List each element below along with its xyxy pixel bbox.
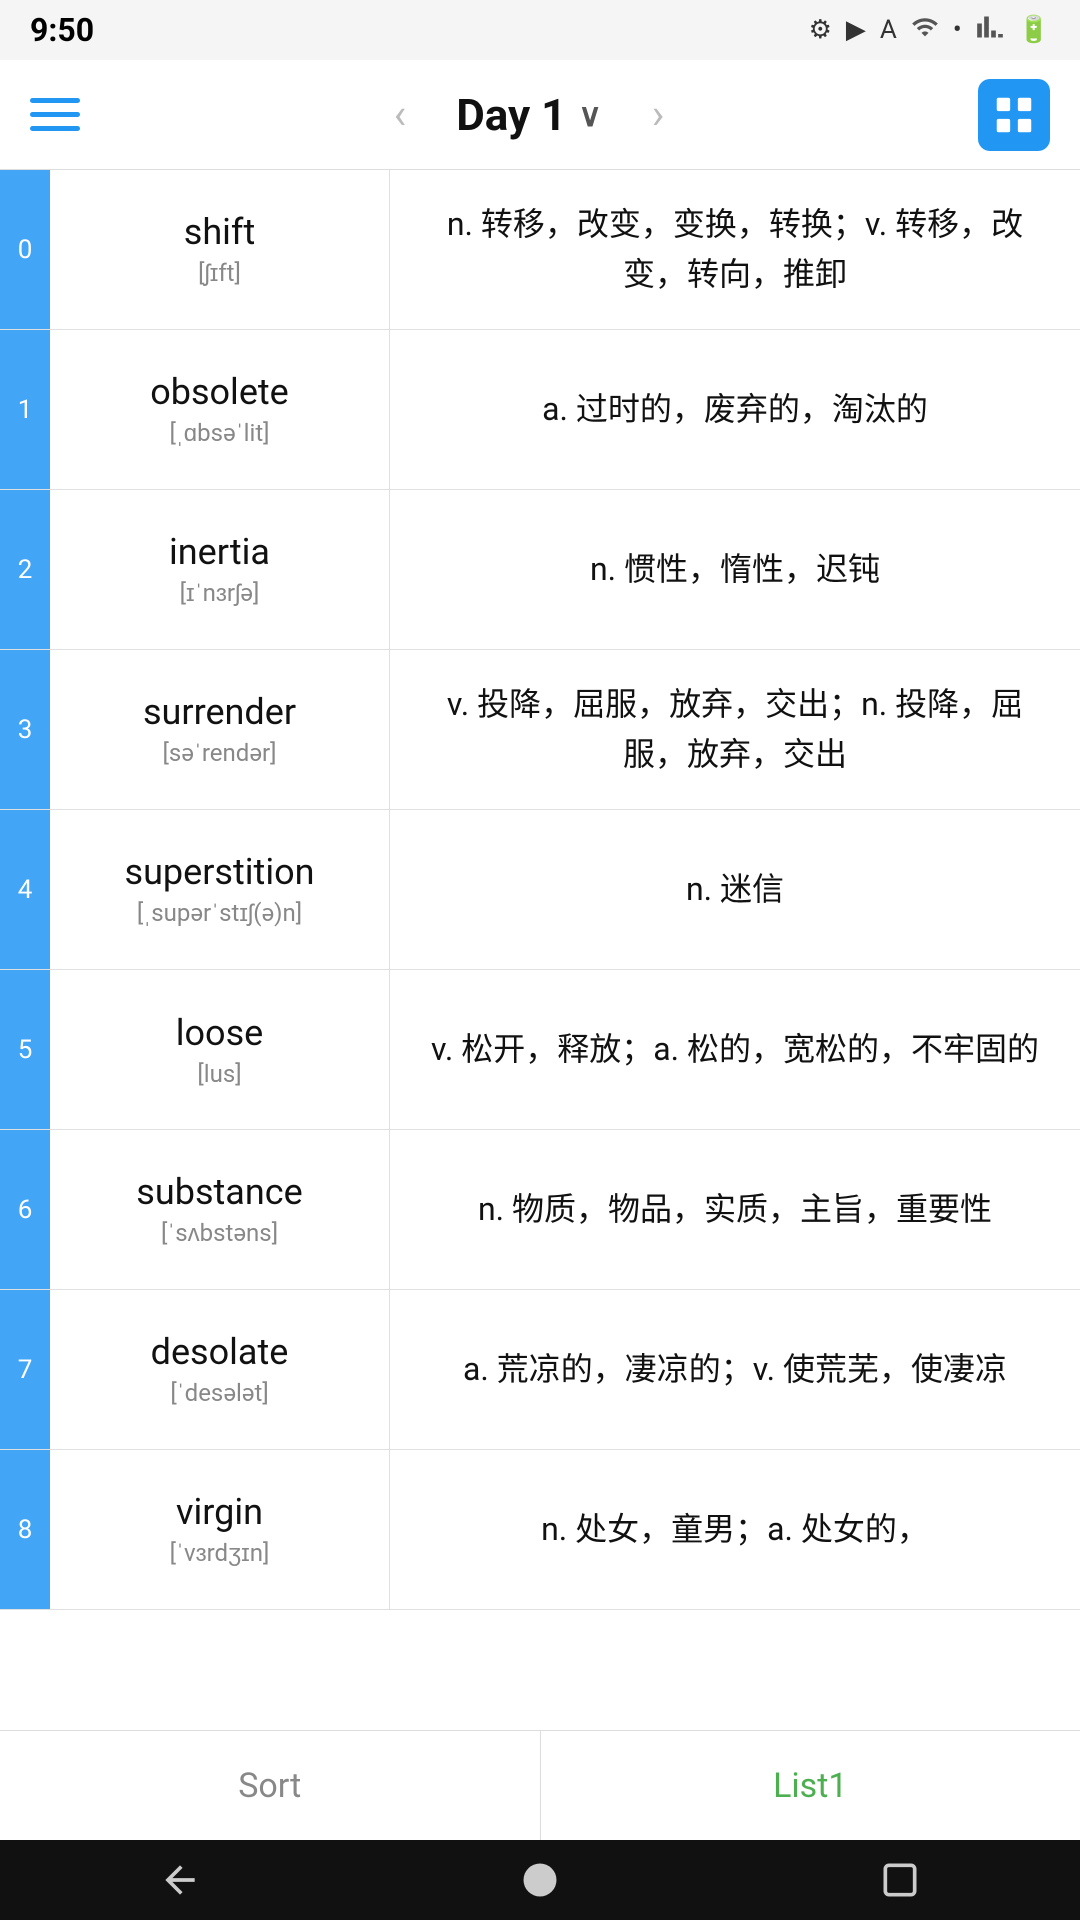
word-phonetic: [ˈsʌbstəns] [161,1219,278,1248]
bottom-tabs: Sort List1 [0,1730,1080,1840]
menu-button[interactable] [30,98,80,131]
table-row[interactable]: 2 inertia [ɪˈnɜrʃə] n. 惯性，惰性，迟钝 [0,490,1080,650]
word-english: desolate [151,1331,289,1373]
row-index: 5 [0,970,50,1129]
word-column: surrender [səˈrendər] [50,650,390,809]
row-index: 7 [0,1290,50,1449]
row-index: 2 [0,490,50,649]
home-button[interactable] [518,1858,562,1902]
grid-view-button[interactable] [978,79,1050,151]
status-time: 9:50 [30,11,94,49]
row-index: 4 [0,810,50,969]
word-english: shift [184,211,255,253]
day-title[interactable]: Day 1 ∨ [456,89,602,141]
row-index: 1 [0,330,50,489]
word-column: desolate [ˈdesələt] [50,1290,390,1449]
word-english: inertia [169,531,270,573]
signal-icon [976,13,1004,48]
word-phonetic: [ˌɑbsəˈlit] [169,419,269,448]
word-definition: n. 物质，物品，实质，主旨，重要性 [390,1130,1080,1289]
word-column: virgin [ˈvɜrdʒɪn] [50,1450,390,1609]
next-button[interactable]: › [642,94,675,136]
row-index: 3 [0,650,50,809]
play-icon: ▶ [846,15,866,45]
word-definition: n. 惯性，惰性，迟钝 [390,490,1080,649]
word-definition: a. 荒凉的，凄凉的；v. 使荒芜，使凄凉 [390,1290,1080,1449]
word-column: obsolete [ˌɑbsəˈlit] [50,330,390,489]
word-phonetic: [ʃɪft] [198,259,241,288]
table-row[interactable]: 1 obsolete [ˌɑbsəˈlit] a. 过时的，废弃的，淘汰的 [0,330,1080,490]
back-button[interactable] [158,1858,202,1902]
tab-list1[interactable]: List1 [541,1731,1080,1840]
settings-icon: ⚙ [809,15,832,45]
battery-icon: 🔋 [1018,15,1050,45]
word-definition: n. 处女，童男；a. 处女的， [390,1450,1080,1609]
status-icons: ⚙ ▶ A • 🔋 [809,13,1050,48]
word-phonetic: [ˌsupərˈstɪʃ(ə)n] [137,899,302,928]
word-definition: a. 过时的，废弃的，淘汰的 [390,330,1080,489]
font-icon: A [880,15,897,45]
dot-icon: • [953,15,962,45]
table-row[interactable]: 5 loose [lus] v. 松开，释放；a. 松的，宽松的，不牢固的 [0,970,1080,1130]
tab-sort[interactable]: Sort [0,1731,541,1840]
word-english: loose [176,1012,264,1054]
word-english: substance [136,1171,302,1213]
word-phonetic: [lus] [197,1060,241,1088]
status-bar: 9:50 ⚙ ▶ A • 🔋 [0,0,1080,60]
word-phonetic: [ɪˈnɜrʃə] [180,579,260,608]
word-list: 0 shift [ʃɪft] n. 转移，改变，变换，转换；v. 转移，改变，转向，推… [0,170,1080,1730]
word-column: substance [ˈsʌbstəns] [50,1130,390,1289]
nav-bar [0,1840,1080,1920]
prev-button[interactable]: ‹ [384,94,417,136]
table-row[interactable]: 7 desolate [ˈdesələt] a. 荒凉的，凄凉的；v. 使荒芜，使凄凉 [0,1290,1080,1450]
toolbar-nav: ‹ Day 1 ∨ › [384,89,675,141]
row-index: 8 [0,1450,50,1609]
word-column: loose [lus] [50,970,390,1129]
word-phonetic: [səˈrendər] [163,739,277,768]
word-column: inertia [ɪˈnɜrʃə] [50,490,390,649]
table-row[interactable]: 4 superstition [ˌsupərˈstɪʃ(ə)n] n. 迷信 [0,810,1080,970]
word-phonetic: [ˈvɜrdʒɪn] [170,1539,270,1568]
toolbar: ‹ Day 1 ∨ › [0,60,1080,170]
table-row[interactable]: 0 shift [ʃɪft] n. 转移，改变，变换，转换；v. 转移，改变，转向，推… [0,170,1080,330]
word-column: shift [ʃɪft] [50,170,390,329]
word-english: superstition [125,851,315,893]
word-phonetic: [ˈdesələt] [170,1379,268,1408]
word-english: obsolete [150,371,289,413]
word-definition: n. 转移，改变，变换，转换；v. 转移，改变，转向，推卸 [390,170,1080,329]
table-row[interactable]: 6 substance [ˈsʌbstəns] n. 物质，物品，实质，主旨，重要性 [0,1130,1080,1290]
wifi-icon [911,13,939,48]
word-definition: v. 投降，屈服，放弃，交出；n. 投降，屈服，放弃，交出 [390,650,1080,809]
row-index: 0 [0,170,50,329]
word-definition: n. 迷信 [390,810,1080,969]
word-definition: v. 松开，释放；a. 松的，宽松的，不牢固的 [390,970,1080,1129]
word-english: virgin [176,1491,263,1533]
word-english: surrender [143,691,296,733]
word-column: superstition [ˌsupərˈstɪʃ(ə)n] [50,810,390,969]
table-row[interactable]: 3 surrender [səˈrendər] v. 投降，屈服，放弃，交出；n. 投… [0,650,1080,810]
table-row[interactable]: 8 virgin [ˈvɜrdʒɪn] n. 处女，童男；a. 处女的， [0,1450,1080,1610]
recent-button[interactable] [878,1858,922,1902]
row-index: 6 [0,1130,50,1289]
chevron-down-icon: ∨ [578,96,601,134]
